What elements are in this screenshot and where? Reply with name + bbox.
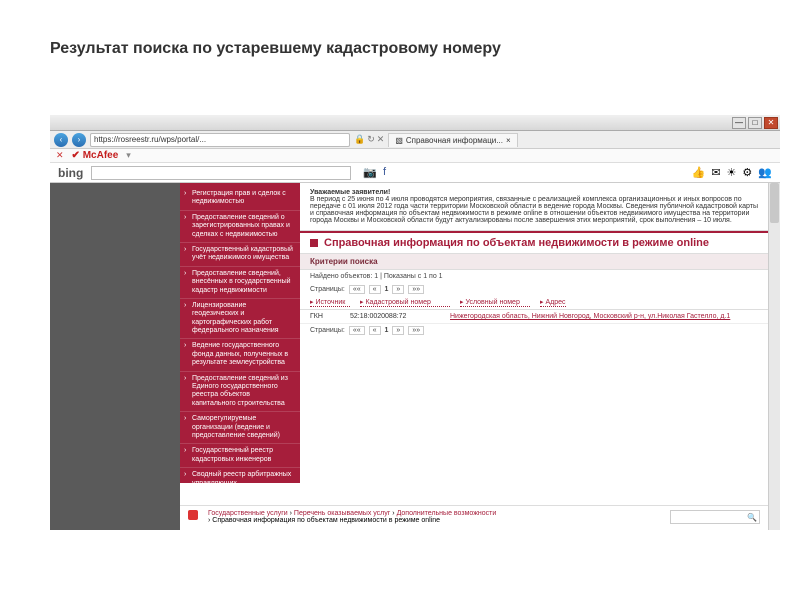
pager-last[interactable]: »» bbox=[408, 285, 424, 294]
mail-icon[interactable]: ✉ bbox=[711, 166, 720, 179]
slide-title: Результат поиска по устаревшему кадастро… bbox=[0, 0, 800, 78]
pager-top: Страницы: «« « 1 » »» bbox=[300, 283, 768, 296]
vertical-scrollbar[interactable] bbox=[768, 183, 780, 530]
pager-prev[interactable]: « bbox=[369, 326, 381, 335]
back-button[interactable]: ‹ bbox=[54, 133, 68, 147]
sidebar-item[interactable]: Предоставление сведений из Единого госуд… bbox=[180, 372, 300, 413]
url-field[interactable]: https://rosreestr.ru/wps/portal/... bbox=[90, 133, 350, 147]
pager-first[interactable]: «« bbox=[349, 326, 365, 335]
stop-icon[interactable]: ✕ bbox=[377, 134, 385, 145]
minimize-button[interactable]: — bbox=[732, 117, 746, 129]
bing-toolbar: bing 📷 f 👍 ✉ ☀ ⚙ 👥 bbox=[50, 163, 780, 183]
section-header: Справочная информация по объектам недвиж… bbox=[300, 231, 768, 253]
bing-search-input[interactable] bbox=[91, 166, 351, 180]
facebook-icon[interactable]: f bbox=[383, 166, 386, 179]
forward-button[interactable]: › bbox=[72, 133, 86, 147]
pager-last[interactable]: »» bbox=[408, 326, 424, 335]
gear-icon[interactable]: ⚙ bbox=[742, 166, 752, 179]
sidebar-item[interactable]: Государственный кадастровый учёт недвижи… bbox=[180, 243, 300, 267]
table-row: ГКН 52:18:0020088:72 Нижегородская облас… bbox=[300, 310, 768, 324]
notice-text: В период с 25 июня по 4 июля проводятся … bbox=[310, 196, 758, 224]
close-button[interactable]: ✕ bbox=[764, 117, 778, 129]
camera-icon[interactable]: 📷 bbox=[363, 166, 377, 179]
bing-logo: bing bbox=[58, 166, 83, 180]
chevron-down-icon[interactable]: ▾ bbox=[126, 150, 131, 161]
sidebar-item[interactable]: Предоставление сведений, внесённых в гос… bbox=[180, 267, 300, 299]
col-addr[interactable]: ▸ Адрес bbox=[540, 298, 566, 307]
mcafee-toolbar: ✕ ✔ McAfee ▾ bbox=[50, 149, 780, 163]
sidebar-item[interactable]: Ведение государственного фонда данных, п… bbox=[180, 339, 300, 371]
pager-current: 1 bbox=[385, 327, 389, 334]
address-bar: ‹ › https://rosreestr.ru/wps/portal/... … bbox=[50, 131, 780, 149]
window-titlebar: — □ ✕ bbox=[50, 115, 780, 131]
service-icon bbox=[188, 510, 198, 520]
sidebar-item[interactable]: Саморегулируемые организации (ведение и … bbox=[180, 412, 300, 444]
weather-icon[interactable]: ☀ bbox=[727, 166, 737, 179]
pager-next[interactable]: » bbox=[392, 326, 404, 335]
breadcrumb-links: Государственные услуги › Перечень оказыв… bbox=[208, 510, 496, 524]
favicon-icon: ▧ bbox=[395, 136, 403, 145]
mcafee-logo: ✔ McAfee bbox=[72, 150, 119, 161]
browser-tab[interactable]: ▧ Справочная информаци... × bbox=[388, 133, 517, 147]
cell-cadnum: 52:18:0020088:72 bbox=[350, 313, 440, 320]
pager-label: Страницы: bbox=[310, 327, 345, 334]
result-count: Найдено объектов: 1 | Показаны с 1 по 1 bbox=[300, 270, 768, 283]
pager-first[interactable]: «« bbox=[349, 285, 365, 294]
main-content: Уважаемые заявители! В период с 25 июня … bbox=[300, 183, 768, 483]
cell-address[interactable]: Нижегородская область, Нижний Новгород, … bbox=[450, 313, 758, 320]
pager-bottom: Страницы: «« « 1 » »» bbox=[300, 324, 768, 337]
notice-box: Уважаемые заявители! В период с 25 июня … bbox=[300, 183, 768, 231]
table-header: ▸ Источник ▸ Кадастровый номер ▸ Условны… bbox=[300, 296, 768, 310]
notice-greeting: Уважаемые заявители! bbox=[310, 189, 390, 196]
sidebar-item[interactable]: Предоставление сведений о зарегистрирова… bbox=[180, 211, 300, 243]
lock-icon: 🔒 bbox=[354, 134, 365, 145]
maximize-button[interactable]: □ bbox=[748, 117, 762, 129]
like-icon[interactable]: 👍 bbox=[692, 166, 706, 179]
sidebar-item[interactable]: Сводный реестр арбитражных управляющих bbox=[180, 468, 300, 492]
pager-next[interactable]: » bbox=[392, 285, 404, 294]
bc-link[interactable]: Государственные услуги bbox=[208, 510, 288, 517]
pager-label: Страницы: bbox=[310, 286, 345, 293]
tab-close-icon[interactable]: × bbox=[506, 136, 511, 145]
sidebar-item[interactable]: Государственный реестр кадастровых инжен… bbox=[180, 444, 300, 468]
breadcrumb: Государственные услуги › Перечень оказыв… bbox=[180, 505, 768, 528]
col-source[interactable]: ▸ Источник bbox=[310, 298, 350, 307]
people-icon[interactable]: 👥 bbox=[758, 166, 772, 179]
bc-link[interactable]: Перечень оказываемых услуг bbox=[294, 510, 390, 517]
criteria-bar[interactable]: Критерии поиска bbox=[300, 253, 768, 270]
col-cond[interactable]: ▸ Условный номер bbox=[460, 298, 530, 307]
sidebar-item[interactable]: Лицензирование геодезических и картограф… bbox=[180, 299, 300, 340]
services-sidebar: Регистрация прав и сделок с недвижимость… bbox=[180, 183, 300, 483]
bc-current: Справочная информация по объектам недвиж… bbox=[212, 517, 440, 524]
left-gutter bbox=[50, 183, 180, 530]
bc-link[interactable]: Дополнительные возможности bbox=[397, 510, 497, 517]
refresh-icon[interactable]: ↻ bbox=[367, 134, 375, 145]
tab-title: Справочная информаци... bbox=[406, 136, 503, 145]
pager-prev[interactable]: « bbox=[369, 285, 381, 294]
col-cadnum[interactable]: ▸ Кадастровый номер bbox=[360, 298, 450, 307]
cell-source: ГКН bbox=[310, 313, 340, 320]
toolbar-close-icon[interactable]: ✕ bbox=[56, 150, 64, 161]
pager-current: 1 bbox=[385, 286, 389, 293]
sidebar-item[interactable]: Регистрация прав и сделок с недвижимость… bbox=[180, 187, 300, 211]
browser-screenshot: — □ ✕ ‹ › https://rosreestr.ru/wps/porta… bbox=[50, 115, 780, 530]
url-icons: 🔒 ↻ ✕ bbox=[354, 134, 384, 145]
breadcrumb-search[interactable] bbox=[670, 510, 760, 524]
